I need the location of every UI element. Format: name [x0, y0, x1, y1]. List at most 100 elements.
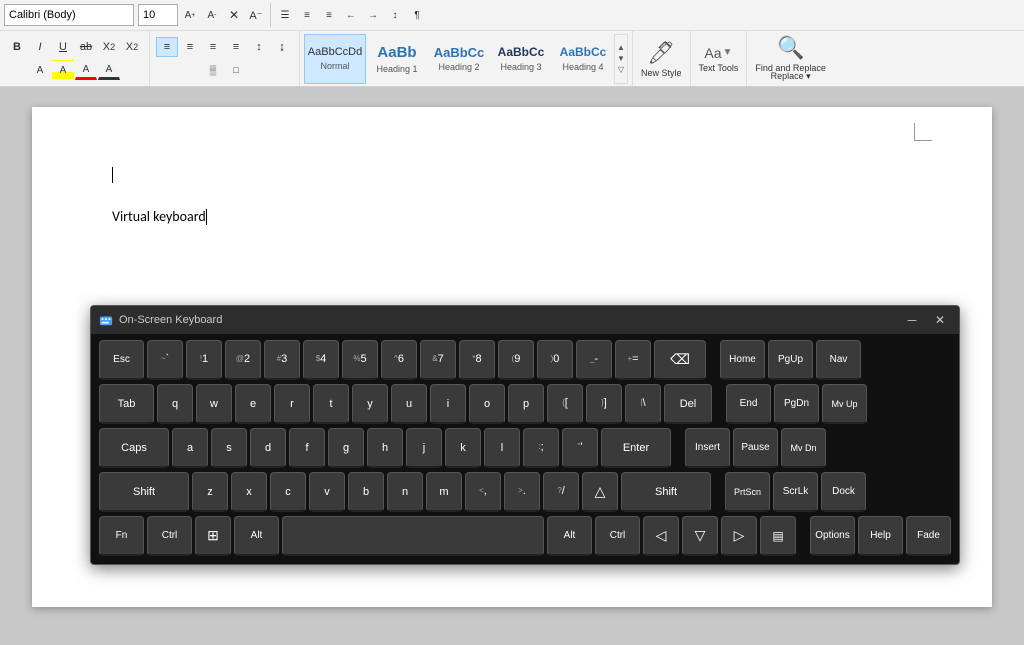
key-home[interactable]: Home	[720, 340, 765, 380]
key-semicolon[interactable]: :;	[523, 428, 559, 468]
key-esc[interactable]: Esc	[99, 340, 144, 380]
key-l[interactable]: l	[484, 428, 520, 468]
key-h[interactable]: h	[367, 428, 403, 468]
font-size-input[interactable]	[138, 4, 178, 26]
key-6[interactable]: ^6	[381, 340, 417, 380]
key-down-arrow[interactable]: ▽	[682, 516, 718, 556]
key-caps[interactable]: Caps	[99, 428, 169, 468]
key-p[interactable]: p	[508, 384, 544, 424]
document-text[interactable]: Virtual keyboard	[112, 208, 912, 225]
key-b[interactable]: b	[348, 472, 384, 512]
key-options[interactable]: Options	[810, 516, 855, 556]
key-8[interactable]: *8	[459, 340, 495, 380]
key-right-arrow[interactable]: ▷	[721, 516, 757, 556]
indent-decrease-button[interactable]: ←	[341, 5, 361, 25]
key-up-arrow[interactable]: △	[582, 472, 618, 512]
key-e[interactable]: e	[235, 384, 271, 424]
key-4[interactable]: $4	[303, 340, 339, 380]
style-heading1-button[interactable]: AaBb Heading 1	[366, 34, 428, 84]
text-effects-button[interactable]: A⁻	[246, 5, 266, 25]
key-pause[interactable]: Pause	[733, 428, 778, 468]
italic-button[interactable]: I	[29, 37, 51, 57]
osk-close-button[interactable]: ✕	[929, 311, 951, 329]
line-spacing-button[interactable]: ↕	[248, 37, 270, 57]
key-q[interactable]: q	[157, 384, 193, 424]
outline-list-button[interactable]: ≡	[319, 5, 339, 25]
key-left-arrow[interactable]: ◁	[643, 516, 679, 556]
style-heading2-button[interactable]: AaBbCc Heading 2	[428, 34, 490, 84]
sort-button[interactable]: ↕	[385, 5, 405, 25]
key-3[interactable]: #3	[264, 340, 300, 380]
key-m[interactable]: m	[426, 472, 462, 512]
styles-scroll-button[interactable]: ▲ ▼ ▽	[614, 34, 628, 84]
superscript-button[interactable]: X2	[121, 37, 143, 57]
key-w[interactable]: w	[196, 384, 232, 424]
key-n[interactable]: n	[387, 472, 423, 512]
key-equal[interactable]: +=	[615, 340, 651, 380]
key-i[interactable]: i	[430, 384, 466, 424]
key-z[interactable]: z	[192, 472, 228, 512]
key-ctrl-right[interactable]: Ctrl	[595, 516, 640, 556]
underline-button[interactable]: U	[52, 37, 74, 57]
key-alt-left[interactable]: Alt	[234, 516, 279, 556]
key-fade[interactable]: Fade	[906, 516, 951, 556]
key-dock[interactable]: Dock	[821, 472, 866, 512]
highlight-color-button[interactable]: A	[52, 60, 74, 80]
key-slash[interactable]: ?/	[543, 472, 579, 512]
key-rbracket[interactable]: }]	[586, 384, 622, 424]
key-r[interactable]: r	[274, 384, 310, 424]
key-period[interactable]: >.	[504, 472, 540, 512]
align-right-button[interactable]: ≡	[202, 37, 224, 57]
key-quote[interactable]: "'	[562, 428, 598, 468]
key-v[interactable]: v	[309, 472, 345, 512]
key-tab[interactable]: Tab	[99, 384, 154, 424]
key-tilde[interactable]: ~`	[147, 340, 183, 380]
key-shift-left[interactable]: Shift	[99, 472, 189, 512]
borders-button[interactable]: □	[225, 60, 247, 80]
key-lbracket[interactable]: {[	[547, 384, 583, 424]
numbered-list-button[interactable]: ≡	[297, 5, 317, 25]
subscript-button[interactable]: X2	[98, 37, 120, 57]
key-backspace[interactable]: ⌫	[654, 340, 706, 380]
style-normal-button[interactable]: AaBbCcDd Normal	[304, 34, 366, 84]
style-heading3-button[interactable]: AaBbCc Heading 3	[490, 34, 552, 84]
font-color-btn2[interactable]: A	[98, 60, 120, 80]
key-f[interactable]: f	[289, 428, 325, 468]
find-replace-button[interactable]: 🔍 Find and Replace Replace ▾	[747, 31, 834, 86]
bold-button[interactable]: B	[6, 37, 28, 57]
key-backslash[interactable]: |\	[625, 384, 661, 424]
key-k[interactable]: k	[445, 428, 481, 468]
style-heading4-button[interactable]: AaBbCc Heading 4	[552, 34, 614, 84]
key-1[interactable]: !1	[186, 340, 222, 380]
key-a[interactable]: a	[172, 428, 208, 468]
key-g[interactable]: g	[328, 428, 364, 468]
key-d[interactable]: d	[250, 428, 286, 468]
key-t[interactable]: t	[313, 384, 349, 424]
key-enter[interactable]: Enter	[601, 428, 671, 468]
key-j[interactable]: j	[406, 428, 442, 468]
font-family-input[interactable]	[4, 4, 134, 26]
font-shrink-button[interactable]: A-	[202, 5, 222, 25]
bullets-button[interactable]: ☰	[275, 5, 295, 25]
text-tools-button[interactable]: Aa ▼ Text Tools	[691, 31, 748, 86]
key-ctrl-left[interactable]: Ctrl	[147, 516, 192, 556]
key-mvdn[interactable]: Mv Dn	[781, 428, 826, 468]
key-c[interactable]: c	[270, 472, 306, 512]
key-insert[interactable]: Insert	[685, 428, 730, 468]
osk-minimize-button[interactable]: ─	[901, 311, 923, 329]
key-fn[interactable]: Fn	[99, 516, 144, 556]
key-alt-right[interactable]: Alt	[547, 516, 592, 556]
key-2[interactable]: @2	[225, 340, 261, 380]
key-space[interactable]	[282, 516, 544, 556]
key-scrlk[interactable]: ScrLk	[773, 472, 818, 512]
indent-increase-button[interactable]: →	[363, 5, 383, 25]
align-left-button[interactable]: ≡	[156, 37, 178, 57]
new-style-button[interactable]: 🖊 New Style	[633, 31, 691, 86]
clear-format-button[interactable]: ✕	[224, 5, 244, 25]
key-s[interactable]: s	[211, 428, 247, 468]
font-grow-button[interactable]: A+	[180, 5, 200, 25]
key-menu[interactable]: ▤	[760, 516, 796, 556]
key-minus[interactable]: _-	[576, 340, 612, 380]
key-pgup[interactable]: PgUp	[768, 340, 813, 380]
key-o[interactable]: o	[469, 384, 505, 424]
